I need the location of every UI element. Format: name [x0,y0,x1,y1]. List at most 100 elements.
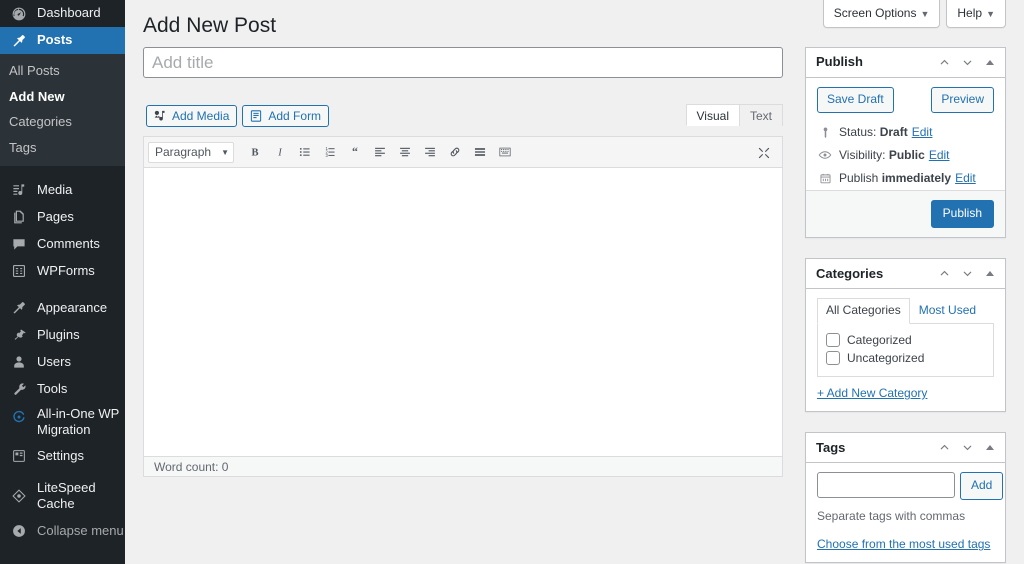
toolbar-toggle-icon[interactable] [492,140,517,164]
category-item-uncategorized[interactable]: Uncategorized [826,351,985,365]
move-down-icon[interactable] [956,437,978,459]
schedule-row: Publish immediately Edit [817,167,994,190]
move-down-icon[interactable] [956,263,978,285]
settings-icon [9,446,29,466]
sidebar-item-tools[interactable]: Tools [0,375,125,402]
read-more-icon[interactable] [467,140,492,164]
link-icon[interactable] [442,140,467,164]
schedule-label: Publish [839,171,878,185]
add-new-category-link[interactable]: + Add New Category [817,386,927,400]
sidebar-item-settings[interactable]: Settings [0,443,125,470]
plugins-icon [9,325,29,345]
comments-icon [9,234,29,254]
publish-postbox: Publish Save Dr [805,47,1006,238]
sidebar-item-dashboard[interactable]: Dashboard [0,0,125,27]
add-media-button[interactable]: Add Media [146,105,237,127]
visibility-value: Public [889,148,925,162]
sidebar-item-wpforms[interactable]: WPForms [0,257,125,284]
bold-icon[interactable]: B [242,140,267,164]
publish-major-actions: Publish [806,191,1005,237]
tab-visual[interactable]: Visual [686,104,740,126]
categories-postbox-title: Categories [816,265,933,283]
page-title: Add New Post [143,12,276,39]
publish-button[interactable]: Publish [931,200,994,228]
align-right-icon[interactable] [417,140,442,164]
sidebar-item-label: Dashboard [37,5,101,21]
sidebar-item-label: All-in-One WP Migration [37,406,125,439]
post-title-input[interactable] [143,47,783,78]
italic-icon[interactable]: I [267,140,292,164]
preview-button[interactable]: Preview [931,87,994,113]
align-left-icon[interactable] [367,140,392,164]
move-up-icon[interactable] [933,52,955,74]
format-select-label: Paragraph [155,145,211,159]
sidebar-item-pages[interactable]: Pages [0,203,125,230]
categories-postbox: Categories All C [805,258,1006,412]
publish-minor-actions: Save Draft Preview Status: Draft Edit [806,78,1005,191]
editor-mode-tabs: Visual Text [687,104,783,126]
category-tabs: All Categories Most Used [817,298,994,324]
draft-preview-row: Save Draft Preview [817,87,994,121]
postbox-handle-actions [933,437,1001,459]
fullscreen-icon[interactable] [751,141,776,165]
sidebar-separator [0,166,125,176]
move-up-icon[interactable] [933,437,955,459]
edit-status-link[interactable]: Edit [912,125,933,139]
sidebar-item-all-in-one-wp-migration[interactable]: All-in-One WP Migration [0,402,125,443]
status-row: Status: Draft Edit [817,121,994,144]
submenu-item-all-posts[interactable]: All Posts [0,58,125,84]
sidebar-item-posts[interactable]: Posts [0,27,125,54]
format-select[interactable]: Paragraph ▼ [148,142,234,163]
post-body-content: Add Media Add Form Visual Text [143,47,783,477]
sidebar-item-users[interactable]: Users [0,348,125,375]
category-list-panel: Categorized Uncategorized [817,323,994,377]
most-used-tags-link[interactable]: Choose from the most used tags [817,537,990,551]
checkbox[interactable] [826,333,840,347]
tab-all-categories[interactable]: All Categories [817,298,910,324]
help-button[interactable]: Help▼ [946,0,1006,28]
categories-inside: All Categories Most Used Categorized Unc… [806,289,1005,411]
add-form-label: Add Form [268,110,321,122]
submenu-item-tags[interactable]: Tags [0,135,125,161]
toggle-panel-icon[interactable] [979,263,1001,285]
add-tag-button[interactable]: Add [960,472,1003,500]
chevron-down-icon: ▼ [221,148,229,157]
submenu-item-categories[interactable]: Categories [0,109,125,135]
submenu-item-add-new[interactable]: Add New [0,84,125,110]
sidebar-item-comments[interactable]: Comments [0,230,125,257]
tag-input[interactable] [817,472,955,498]
tags-postbox-header: Tags [806,433,1005,463]
categories-postbox-header: Categories [806,259,1005,289]
align-center-icon[interactable] [392,140,417,164]
collapse-menu-button[interactable]: Collapse menu [0,517,125,544]
visibility-label: Visibility: [839,148,885,162]
sidebar-item-label: Settings [37,448,84,464]
sidebar-item-plugins[interactable]: Plugins [0,321,125,348]
checkbox[interactable] [826,351,840,365]
sidebar-item-media[interactable]: Media [0,176,125,203]
edit-visibility-link[interactable]: Edit [929,148,950,162]
bulleted-list-icon[interactable] [292,140,317,164]
toggle-panel-icon[interactable] [979,437,1001,459]
move-down-icon[interactable] [956,52,978,74]
add-form-button[interactable]: Add Form [242,105,329,127]
sidebar-item-appearance[interactable]: Appearance [0,294,125,321]
title-field-wrapper [143,47,783,78]
postbox-handle-actions [933,263,1001,285]
numbered-list-icon[interactable]: 123 [317,140,342,164]
toggle-panel-icon[interactable] [979,52,1001,74]
sidebar-item-litespeed-cache[interactable]: LiteSpeed Cache [0,480,125,513]
blockquote-icon[interactable]: “ [342,140,367,164]
screen-options-button[interactable]: Screen Options▼ [823,0,941,28]
litespeed-icon [9,486,29,506]
save-draft-button[interactable]: Save Draft [817,87,894,113]
category-item-categorized[interactable]: Categorized [826,333,985,347]
edit-schedule-link[interactable]: Edit [955,171,976,185]
editor-content-area[interactable] [144,168,782,456]
media-buttons: Add Media Add Form [146,105,329,127]
editor-wrapper: Add Media Add Form Visual Text [143,95,783,477]
add-media-icon [153,109,167,123]
tab-text[interactable]: Text [739,104,783,126]
move-up-icon[interactable] [933,263,955,285]
tab-most-used[interactable]: Most Used [910,298,985,324]
